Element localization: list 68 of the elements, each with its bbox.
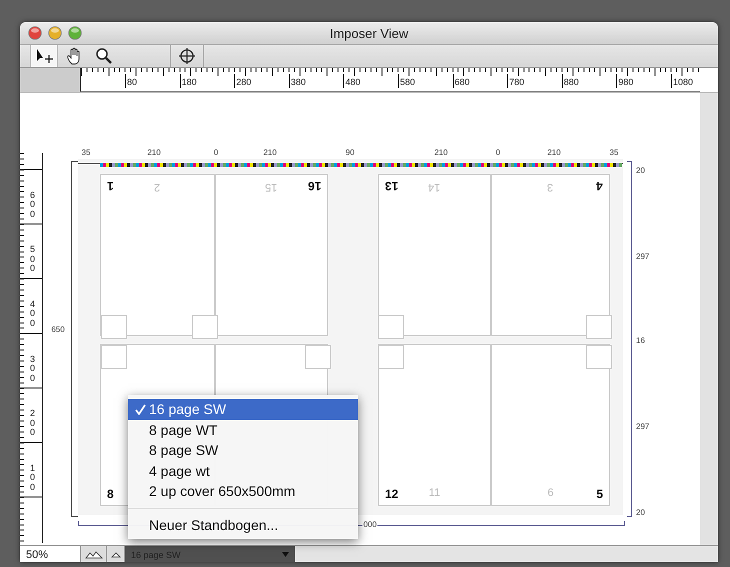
- ruler-label: 1080: [671, 74, 694, 88]
- menu-item[interactable]: 8 page WT: [128, 420, 358, 440]
- window-title: Imposer View: [330, 26, 408, 40]
- ruler-label: 880: [562, 74, 579, 88]
- dimension-label: 35: [610, 148, 618, 157]
- page-number: 11: [428, 486, 440, 501]
- ruler-label: 200: [30, 409, 35, 438]
- caret-icon: [282, 552, 289, 558]
- ruler-label: 500: [30, 245, 35, 274]
- zoom-button[interactable]: [68, 26, 82, 40]
- dimension-label: 20: [636, 508, 645, 517]
- magnifier-icon: [94, 46, 114, 66]
- ruler-label: 780: [507, 74, 524, 88]
- view-button[interactable]: [81, 546, 107, 562]
- checkmark-icon: [135, 404, 146, 415]
- ruler-label: 300: [30, 354, 35, 383]
- page-number: 3: [547, 180, 554, 193]
- page-number: 12: [385, 486, 398, 501]
- zoom-field[interactable]: 50%: [20, 546, 81, 562]
- mountain-icon: [110, 552, 120, 558]
- ruler-label: 380: [288, 74, 306, 88]
- ruler-label: 480: [343, 74, 360, 88]
- crosshair-tool[interactable]: [170, 45, 204, 67]
- dimension-label: 650: [51, 324, 65, 334]
- menu-item[interactable]: Neuer Standbogen...: [128, 514, 358, 535]
- ruler-corner: [20, 68, 80, 92]
- ruler-label: 980: [616, 74, 634, 88]
- page-number: 1: [107, 178, 114, 193]
- dimension-label: 16: [636, 336, 645, 345]
- ruler-label: 580: [398, 74, 416, 88]
- menu-item[interactable]: 4 page wt: [128, 460, 358, 481]
- page-number: 2: [154, 180, 161, 193]
- view-button[interactable]: [107, 546, 125, 562]
- select-tool[interactable]: [30, 45, 58, 67]
- menu-item[interactable]: 2 up cover 650x500mm: [128, 481, 358, 502]
- ruler-label: 80: [125, 74, 138, 88]
- minimize-button[interactable]: [48, 26, 62, 40]
- dimension-label: 0: [214, 148, 218, 157]
- dimension-label: 210: [147, 148, 161, 157]
- dimension-label: 90: [346, 148, 354, 157]
- page-number: 15: [265, 180, 278, 193]
- dimension-label: 210: [434, 148, 448, 157]
- dimension-label: 210: [547, 148, 561, 157]
- dimension-label: 210: [263, 148, 277, 157]
- dimension-label: 000: [362, 520, 378, 529]
- ruler-label: 100: [30, 464, 35, 492]
- ruler-label: 600: [30, 190, 35, 220]
- page-number: 14: [428, 180, 441, 193]
- dimension-label: 0: [496, 148, 500, 157]
- dimension-label: 35: [82, 148, 90, 157]
- page-number: 6: [547, 486, 554, 501]
- close-button[interactable]: [28, 26, 42, 40]
- menu-item[interactable]: 8 page SW: [128, 440, 358, 460]
- dimension-label: 297: [636, 252, 650, 261]
- page-number: 4: [596, 178, 603, 193]
- menu-item[interactable]: 16 page SW: [128, 399, 358, 420]
- ruler-label: 180: [180, 74, 197, 88]
- dimension-label: 297: [636, 422, 650, 431]
- page-number: 13: [385, 178, 398, 193]
- ruler-label: 400: [30, 300, 35, 328]
- ruler-label: 680: [452, 74, 470, 88]
- dimension-label: 20: [636, 166, 645, 175]
- page-number: 8: [107, 486, 114, 501]
- mountain-icon: [84, 550, 102, 559]
- ruler-label: 280: [234, 74, 252, 88]
- page-number: 5: [596, 486, 603, 501]
- page-number: 16: [308, 178, 321, 193]
- crosshair-icon: [177, 46, 197, 66]
